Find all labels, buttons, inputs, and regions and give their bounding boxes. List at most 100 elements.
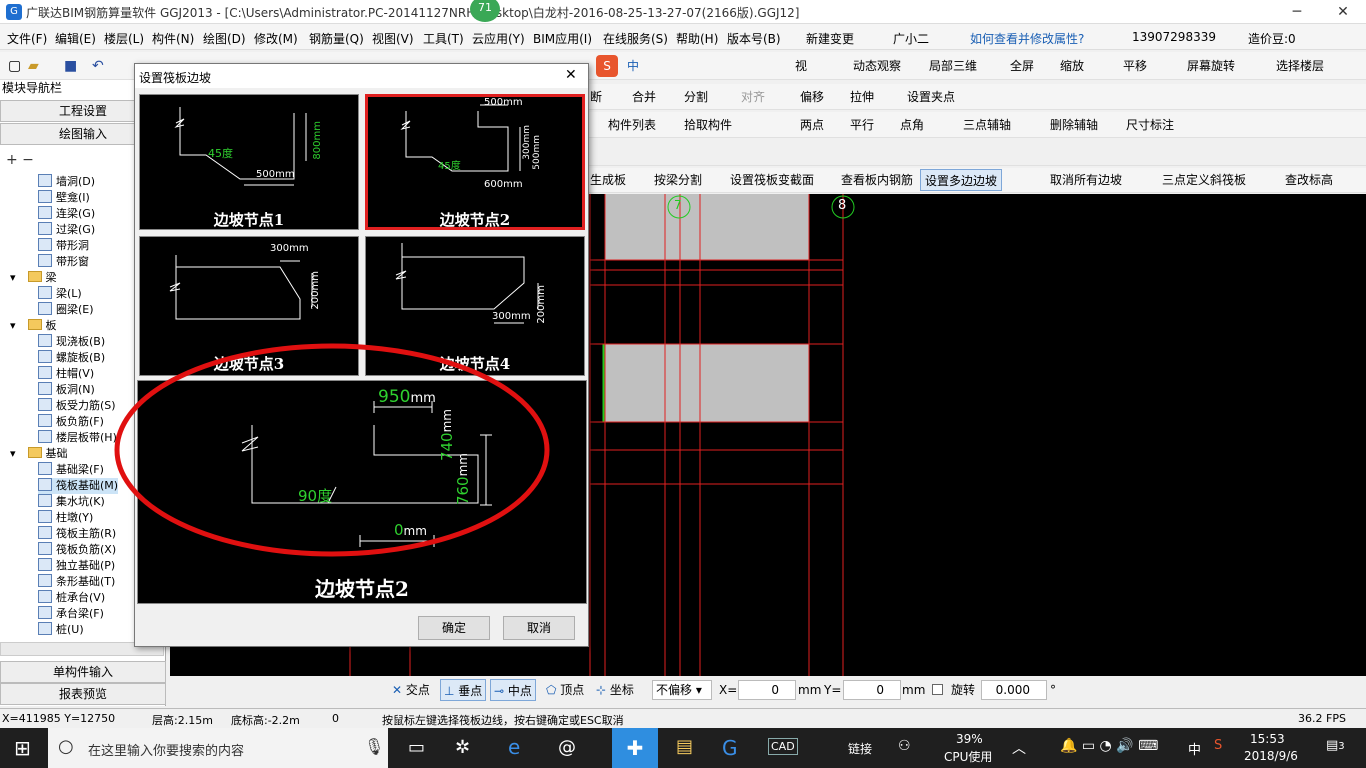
menu-new-change[interactable]: 新建变更	[806, 30, 854, 47]
cad-app-icon[interactable]: CAD	[768, 738, 798, 755]
snap-mid[interactable]: ⊸ 中点	[490, 679, 536, 701]
tree-item-selected[interactable]: 筏板基础(M)	[38, 478, 119, 494]
view-rebar-button[interactable]: 查看板内钢筋	[841, 169, 913, 191]
dimension-button[interactable]: 尺寸标注	[1126, 114, 1174, 136]
break-button[interactable]: 断	[590, 86, 602, 108]
tree-item[interactable]: 集水坑(K)	[38, 494, 105, 510]
tree-item[interactable]: 筏板主筋(R)	[38, 526, 116, 542]
slope-node-2-option[interactable]: 500mm 300mm 500mm 45度 600mm 边坡节点2	[365, 94, 585, 230]
notification-center-icon[interactable]: ▤3	[1326, 738, 1345, 753]
delete-axis-button[interactable]: 删除辅轴	[1050, 114, 1098, 136]
split-by-beam-button[interactable]: 按梁分割	[654, 169, 702, 191]
app-icon[interactable]: @	[558, 737, 576, 758]
windows-start-icon[interactable]: ⊞	[14, 736, 31, 760]
menu-help[interactable]: 帮助(H)	[676, 30, 718, 47]
edit-elevation-button[interactable]: 查改标高	[1285, 169, 1333, 191]
fullscreen-button[interactable]: 全屏	[1010, 55, 1034, 77]
tray-chevron-icon[interactable]: ︿	[1012, 738, 1026, 758]
tree-item[interactable]: 板负筋(F)	[38, 414, 104, 430]
y-input[interactable]: 0	[843, 680, 901, 700]
tray-icons[interactable]: 🔔 ▭ ◔ 🔊 ⌨	[1060, 738, 1158, 754]
set-grip-button[interactable]: 设置夹点	[907, 86, 955, 108]
minimize-button[interactable]: ─	[1274, 0, 1320, 24]
local-3d-button[interactable]: 局部三维	[929, 55, 977, 77]
rotate-input[interactable]: 0.000	[981, 680, 1047, 700]
undo-icon[interactable]: ↶	[92, 55, 104, 77]
sogou-icon[interactable]: S	[596, 55, 618, 77]
tree-item[interactable]: 桩(U)	[38, 622, 84, 638]
close-window-button[interactable]: ✕	[1320, 0, 1366, 24]
parallel-button[interactable]: 平行	[850, 114, 874, 136]
screen-rotate-button[interactable]: 屏幕旋转	[1187, 55, 1235, 77]
menu-online[interactable]: 在线服务(S)	[603, 30, 668, 47]
offset-button[interactable]: 偏移	[800, 86, 824, 108]
tree-item[interactable]: 板洞(N)	[38, 382, 95, 398]
ggj-app-icon[interactable]: ✚	[612, 728, 658, 768]
sogou-tray-icon[interactable]: S	[1214, 738, 1222, 753]
tree-item[interactable]: 承台梁(F)	[38, 606, 104, 622]
tree-folder-foundation[interactable]: ▾ 基础	[10, 446, 68, 462]
tree-item[interactable]: 独立基础(P)	[38, 558, 115, 574]
glodon-app-icon[interactable]: G	[722, 736, 738, 760]
rotate-checkbox[interactable]	[932, 684, 943, 695]
menu-cloud[interactable]: 云应用(Y)	[472, 30, 525, 47]
tree-item[interactable]: 柱帽(V)	[38, 366, 94, 382]
taskbar-search-box[interactable]: ○ 在这里输入你要搜索的内容 🎙	[48, 728, 388, 768]
tree-item[interactable]: 连梁(G)	[38, 206, 95, 222]
menu-version[interactable]: 版本号(B)	[727, 30, 781, 47]
ime-chinese-icon[interactable]: 中	[627, 55, 639, 77]
set-multi-slope-button[interactable]: 设置多边边坡	[920, 169, 1003, 191]
menu-bim[interactable]: BIM应用(I)	[533, 30, 592, 47]
single-input-button[interactable]: 单构件输入	[0, 661, 166, 683]
ime-language[interactable]: 中	[1188, 739, 1201, 758]
x-input[interactable]: 0	[738, 680, 796, 700]
point-angle-button[interactable]: 点角	[900, 114, 924, 136]
offset-mode-select[interactable]: 不偏移 ▾	[652, 680, 712, 700]
tree-item[interactable]: 圈梁(E)	[38, 302, 94, 318]
price-beans[interactable]: 造价豆:0	[1248, 30, 1296, 47]
menu-rebar[interactable]: 钢筋量(Q)	[309, 30, 364, 47]
snap-perp[interactable]: ⊥ 垂点	[440, 679, 487, 701]
menu-edit[interactable]: 编辑(E)	[55, 30, 96, 47]
pick-component-button[interactable]: 拾取构件	[684, 114, 732, 136]
tree-item[interactable]: 基础梁(F)	[38, 462, 104, 478]
edge-browser-icon[interactable]: e	[508, 735, 520, 759]
stretch-button[interactable]: 拉伸	[850, 86, 874, 108]
menu-file[interactable]: 文件(F)	[7, 30, 47, 47]
tree-folder-beam[interactable]: ▾ 梁	[10, 270, 57, 286]
tree-item[interactable]: 螺旋板(B)	[38, 350, 105, 366]
tree-item[interactable]: 条形基础(T)	[38, 574, 115, 590]
select-floor-button[interactable]: 选择楼层	[1276, 55, 1324, 77]
tree-item[interactable]: 过梁(G)	[38, 222, 95, 238]
expand-icon[interactable]: + −	[6, 152, 34, 168]
notes-app-icon[interactable]: ▤	[676, 736, 693, 757]
microphone-icon[interactable]: 🎙	[364, 737, 384, 756]
dialog-close-button[interactable]: ✕	[565, 67, 577, 83]
clock-time[interactable]: 15:53	[1250, 732, 1285, 746]
snap-intersect[interactable]: ✕ 交点	[392, 679, 430, 701]
slope-node-1-option[interactable]: 800mm 45度 500mm 边坡节点1	[139, 94, 359, 230]
merge-button[interactable]: 合并	[632, 86, 656, 108]
component-list-button[interactable]: 构件列表	[608, 114, 656, 136]
menu-modify[interactable]: 修改(M)	[254, 30, 298, 47]
help-link[interactable]: 如何查看并修改属性?	[970, 30, 1084, 47]
fan-app-icon[interactable]: ✲	[455, 737, 470, 758]
ok-button[interactable]: 确定	[418, 616, 490, 640]
taskbar-link[interactable]: 链接	[848, 740, 872, 757]
open-folder-icon[interactable]: ▰	[28, 55, 39, 77]
new-file-icon[interactable]: ▢	[8, 55, 21, 77]
menu-guangxiaoer[interactable]: 广小二	[893, 30, 929, 47]
view-button[interactable]: 视	[795, 55, 807, 77]
menu-tools[interactable]: 工具(T)	[423, 30, 464, 47]
tree-item[interactable]: 桩承台(V)	[38, 590, 105, 606]
generate-slab-button[interactable]: 生成板	[590, 169, 626, 191]
zoom-button[interactable]: 缩放	[1060, 55, 1084, 77]
report-preview-button[interactable]: 报表预览	[0, 683, 166, 705]
menu-floor[interactable]: 楼层(L)	[104, 30, 144, 47]
menu-component[interactable]: 构件(N)	[152, 30, 194, 47]
tree-item[interactable]: 带形洞	[38, 238, 89, 254]
tree-item[interactable]: 板受力筋(S)	[38, 398, 116, 414]
dynamic-view-button[interactable]: 动态观察	[853, 55, 901, 77]
snap-coord[interactable]: ⊹ 坐标	[596, 679, 634, 701]
set-section-button[interactable]: 设置筏板变截面	[730, 169, 814, 191]
